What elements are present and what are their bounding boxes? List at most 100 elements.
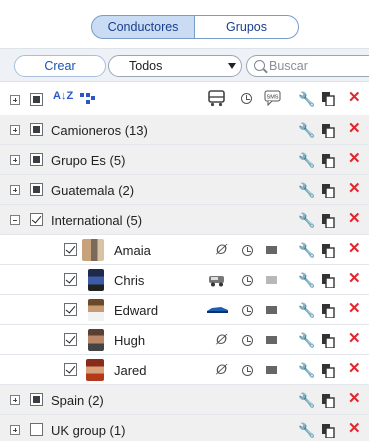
group-row-spain[interactable]: Spain (2) 🔧 ✕ xyxy=(0,385,369,415)
group-label: Spain (2) xyxy=(51,393,104,408)
expand-icon[interactable] xyxy=(10,425,20,435)
driver-row-hugh[interactable]: Hugh Ø 🔧 ✕ xyxy=(0,325,369,355)
wrench-icon[interactable]: 🔧 xyxy=(298,423,315,437)
delete-icon[interactable]: ✕ xyxy=(348,211,361,226)
wrench-icon[interactable]: 🔧 xyxy=(298,333,315,347)
delete-icon[interactable]: ✕ xyxy=(348,331,361,346)
avatar xyxy=(88,299,104,321)
delete-icon[interactable]: ✕ xyxy=(348,301,361,316)
clock-icon[interactable] xyxy=(242,365,253,376)
group-label: Guatemala (2) xyxy=(51,183,135,198)
driver-row-amaia[interactable]: Amaia Ø 🔧 ✕ xyxy=(0,235,369,265)
expand-icon[interactable] xyxy=(10,395,20,405)
expand-icon[interactable] xyxy=(10,155,20,165)
group-checkbox[interactable] xyxy=(30,213,43,226)
copy-icon[interactable] xyxy=(322,244,335,258)
avatar xyxy=(86,359,104,381)
select-all-checkbox[interactable] xyxy=(30,93,43,106)
group-checkbox[interactable] xyxy=(30,153,43,166)
expand-icon[interactable] xyxy=(10,185,20,195)
delete-icon[interactable]: ✕ xyxy=(348,181,361,196)
svg-text:SMS: SMS xyxy=(267,95,279,101)
copy-icon[interactable] xyxy=(322,184,335,198)
copy-icon[interactable] xyxy=(322,124,335,138)
wrench-icon[interactable]: 🔧 xyxy=(298,153,315,167)
copy-icon[interactable] xyxy=(322,334,335,348)
driver-name: Jared xyxy=(114,363,147,378)
driver-checkbox[interactable] xyxy=(64,333,77,346)
delete-icon[interactable]: ✕ xyxy=(348,121,361,136)
wrench-icon[interactable]: 🔧 xyxy=(298,303,315,317)
wrench-icon[interactable]: 🔧 xyxy=(298,123,315,137)
group-checkbox[interactable] xyxy=(30,183,43,196)
avatar xyxy=(88,269,104,291)
clock-icon[interactable] xyxy=(242,275,253,286)
copy-icon[interactable] xyxy=(322,154,335,168)
driver-row-jared[interactable]: Jared Ø 🔧 ✕ xyxy=(0,355,369,385)
wrench-icon[interactable]: 🔧 xyxy=(298,273,315,287)
group-checkbox[interactable] xyxy=(30,123,43,136)
delete-icon[interactable]: ✕ xyxy=(348,241,361,256)
message-icon[interactable] xyxy=(266,306,277,314)
create-button[interactable]: Crear xyxy=(14,55,106,77)
wrench-icon[interactable]: 🔧 xyxy=(298,213,315,227)
chevron-down-icon xyxy=(228,63,236,69)
search-icon xyxy=(254,60,265,71)
sort-az-icon[interactable]: A↓Z xyxy=(53,90,73,102)
group-row-uk-group[interactable]: UK group (1) 🔧 ✕ xyxy=(0,415,369,441)
message-icon[interactable] xyxy=(266,246,277,254)
group-row-grupo-es[interactable]: Grupo Es (5) 🔧 ✕ xyxy=(0,145,369,175)
wrench-icon[interactable]: 🔧 xyxy=(298,363,315,377)
delete-icon[interactable]: ✕ xyxy=(348,151,361,166)
message-icon[interactable] xyxy=(266,276,277,284)
van-icon xyxy=(209,276,224,287)
driver-row-chris[interactable]: Chris 🔧 ✕ xyxy=(0,265,369,295)
expand-icon[interactable] xyxy=(10,125,20,135)
wrench-icon[interactable]: 🔧 xyxy=(298,183,315,197)
copy-icon[interactable] xyxy=(322,424,335,438)
copy-icon[interactable] xyxy=(322,304,335,318)
driver-checkbox[interactable] xyxy=(64,303,77,316)
search-field[interactable] xyxy=(246,55,369,77)
collapse-icon[interactable] xyxy=(10,215,20,225)
tab-grupos[interactable]: Grupos xyxy=(195,15,299,39)
driver-name: Amaia xyxy=(114,243,151,258)
bus-icon xyxy=(208,90,225,107)
delete-icon[interactable]: ✕ xyxy=(348,391,361,406)
driver-name: Edward xyxy=(114,303,159,318)
driver-checkbox[interactable] xyxy=(64,273,77,286)
delete-icon[interactable]: ✕ xyxy=(348,90,361,105)
copy-icon[interactable] xyxy=(322,364,335,378)
driver-checkbox[interactable] xyxy=(64,363,77,376)
no-vehicle-icon: Ø xyxy=(216,361,227,377)
expand-all-icon[interactable] xyxy=(10,95,20,105)
group-row-guatemala[interactable]: Guatemala (2) 🔧 ✕ xyxy=(0,175,369,205)
filter-select-value: Todos xyxy=(129,59,163,73)
no-vehicle-icon: Ø xyxy=(216,331,227,347)
group-checkbox[interactable] xyxy=(30,423,43,436)
copy-icon[interactable] xyxy=(322,394,335,408)
driver-name: Hugh xyxy=(114,333,146,348)
wrench-icon[interactable]: 🔧 xyxy=(298,393,315,407)
delete-icon[interactable]: ✕ xyxy=(348,271,361,286)
driver-row-edward[interactable]: Edward 🔧 ✕ xyxy=(0,295,369,325)
clock-icon[interactable] xyxy=(242,245,253,256)
copy-icon[interactable] xyxy=(322,214,335,228)
message-icon[interactable] xyxy=(266,336,277,344)
tab-conductores[interactable]: Conductores xyxy=(91,15,195,39)
group-row-camioneros[interactable]: Camioneros (13) 🔧 ✕ xyxy=(0,115,369,145)
group-checkbox[interactable] xyxy=(30,393,43,406)
wrench-icon[interactable]: 🔧 xyxy=(298,243,315,257)
group-tree-icon[interactable] xyxy=(80,93,96,105)
message-icon[interactable] xyxy=(266,366,277,374)
group-row-international[interactable]: International (5) 🔧 ✕ xyxy=(0,205,369,235)
clock-icon[interactable] xyxy=(242,335,253,346)
copy-icon[interactable] xyxy=(322,274,335,288)
delete-icon[interactable]: ✕ xyxy=(348,361,361,376)
filter-select[interactable]: Todos xyxy=(108,55,242,77)
driver-checkbox[interactable] xyxy=(64,243,77,256)
search-input[interactable] xyxy=(269,59,369,73)
sms-icon: SMS xyxy=(264,90,281,106)
delete-icon[interactable]: ✕ xyxy=(348,421,361,436)
clock-icon[interactable] xyxy=(242,305,253,316)
